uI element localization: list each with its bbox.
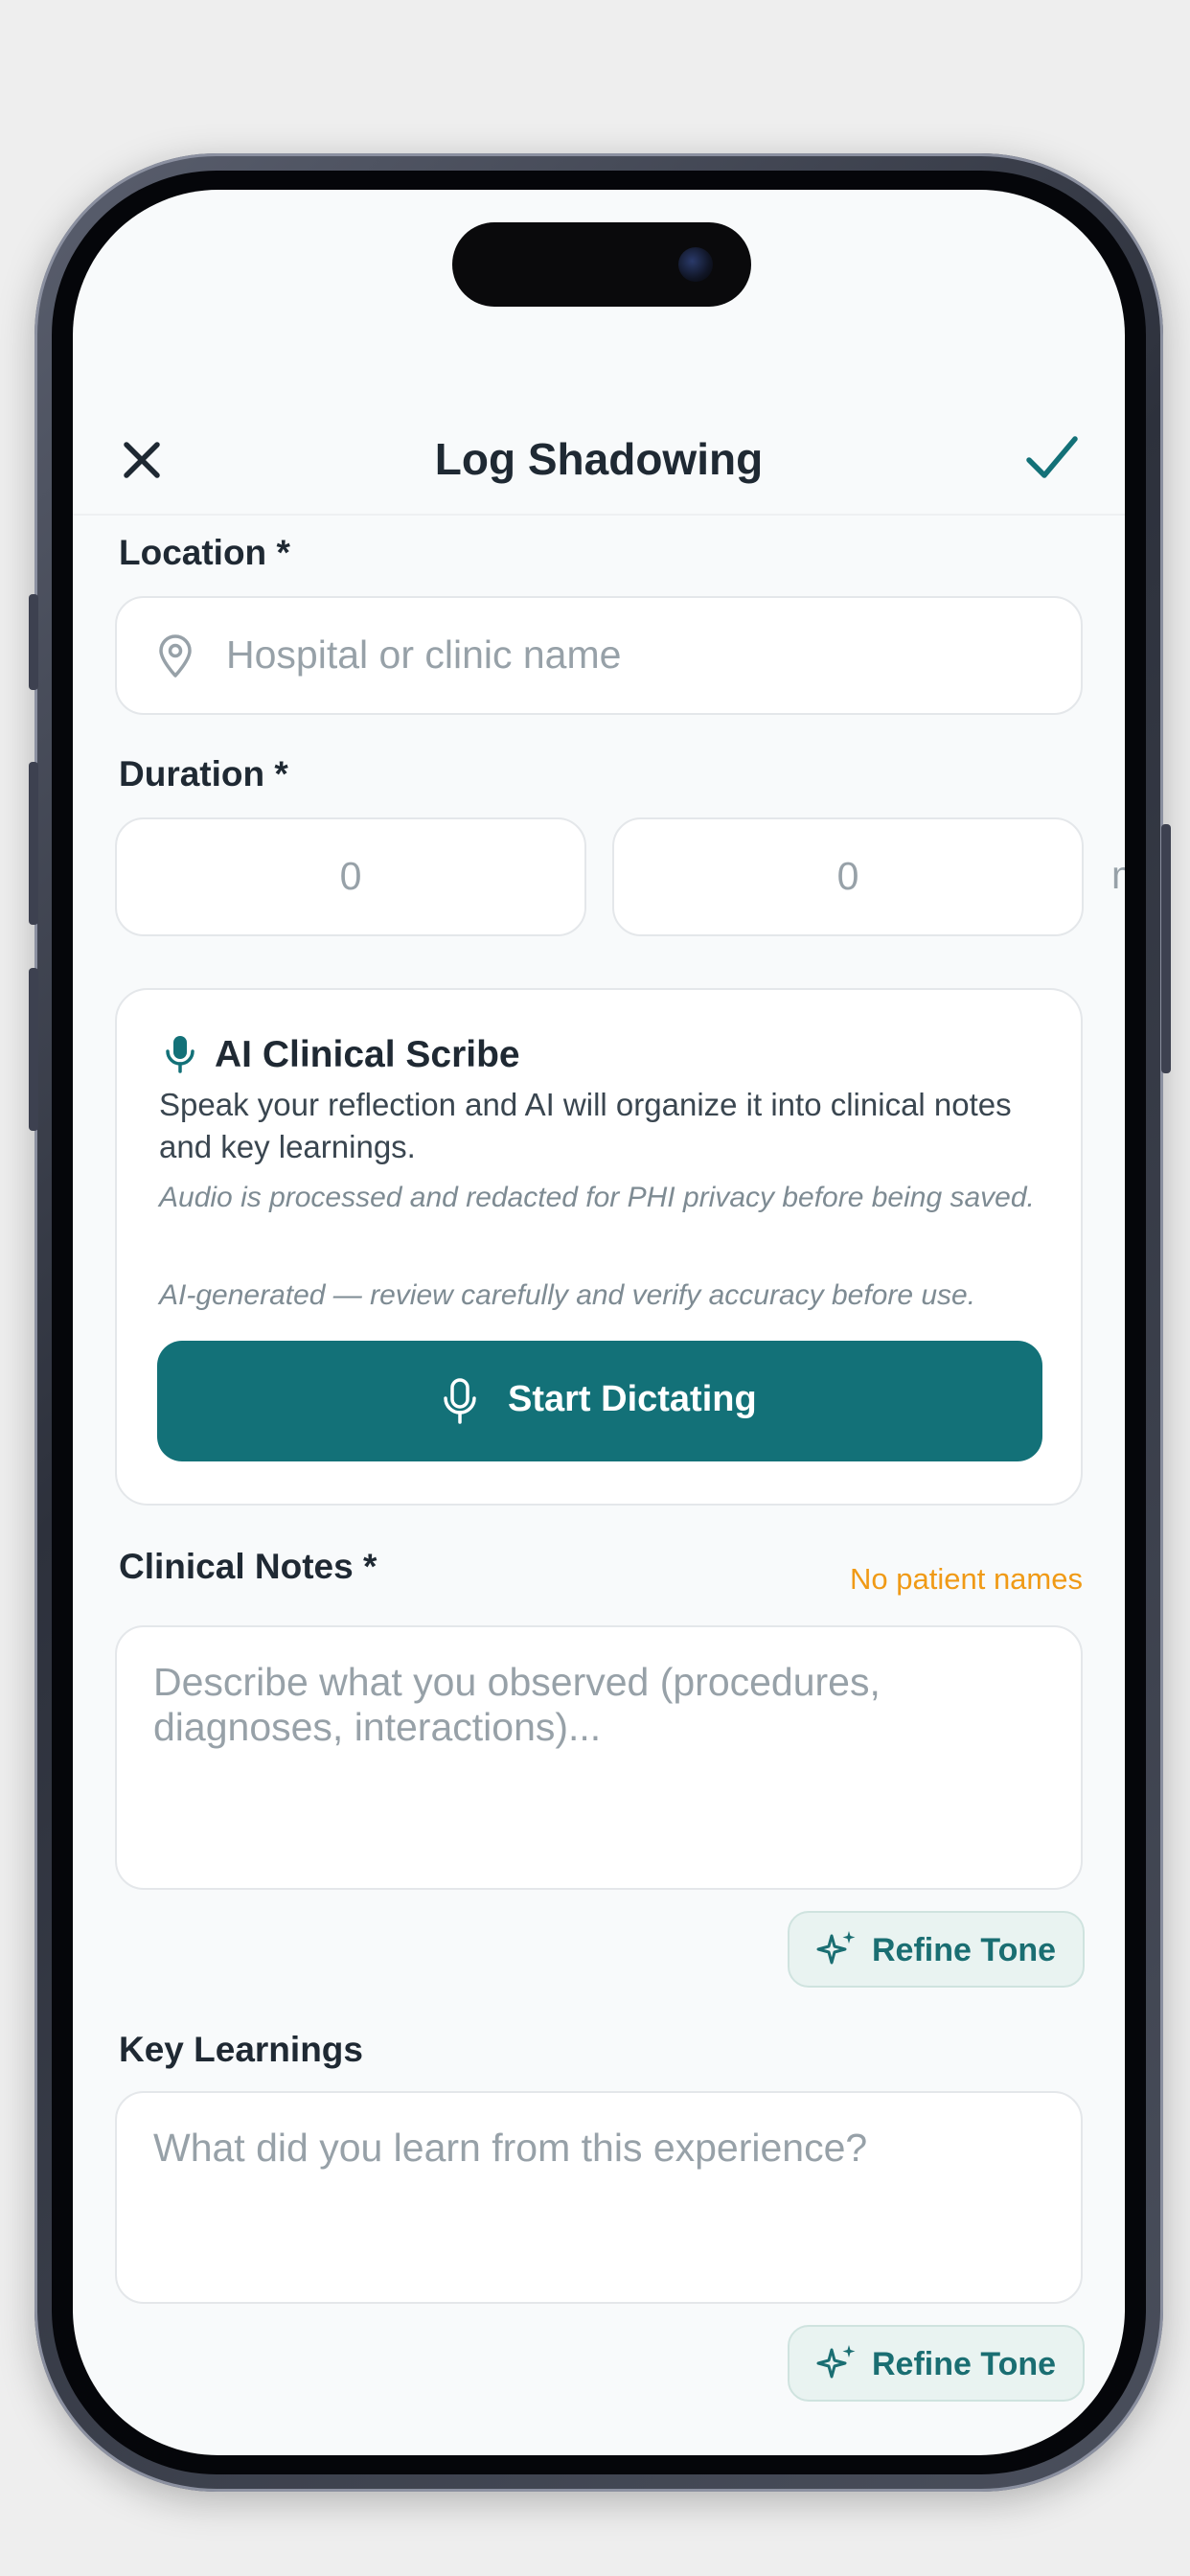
- key-learnings-placeholder: What did you learn from this experience?: [153, 2126, 868, 2170]
- duration-hours-input[interactable]: 0: [115, 817, 586, 936]
- refine-tone-learnings-button[interactable]: Refine Tone: [788, 2325, 1085, 2402]
- minutes-placeholder: 0: [836, 854, 859, 898]
- clinical-notes-textarea[interactable]: Describe what you observed (procedures, …: [115, 1625, 1083, 1890]
- location-placeholder: Hospital or clinic name: [226, 632, 622, 677]
- location-input[interactable]: Hospital or clinic name: [115, 596, 1083, 715]
- checkmark-icon: [1026, 436, 1078, 478]
- key-learnings-label: Key Learnings: [119, 2030, 363, 2069]
- camera-icon: [678, 247, 713, 282]
- nav-header: Log Shadowing: [73, 401, 1125, 516]
- duration-label: Duration *: [119, 754, 288, 794]
- clinical-notes-placeholder: Describe what you observed (procedures, …: [153, 1660, 881, 1749]
- dynamic-island: [452, 222, 751, 307]
- start-dictating-label: Start Dictating: [508, 1379, 757, 1419]
- scribe-description: Speak your reflection and AI will organi…: [159, 1087, 1012, 1164]
- save-button[interactable]: [1023, 429, 1081, 487]
- map-pin-icon: [159, 634, 192, 678]
- refine-tone-notes-button[interactable]: Refine Tone: [788, 1911, 1085, 1988]
- no-patient-names-warning: No patient names: [850, 1562, 1083, 1596]
- sparkles-icon: [816, 1931, 856, 1965]
- duration-unit-label: m: [1111, 853, 1125, 898]
- power-button: [1161, 824, 1171, 1073]
- volume-up-button: [29, 762, 38, 925]
- volume-down-button: [29, 968, 38, 1131]
- key-learnings-textarea[interactable]: What did you learn from this experience?: [115, 2091, 1083, 2304]
- privacy-note: Audio is processed and redacted for PHI …: [159, 1182, 1035, 1213]
- clinical-notes-label: Clinical Notes *: [119, 1547, 378, 1586]
- screen: Log Shadowing Location * Hospital or cli…: [73, 190, 1125, 2455]
- action-button: [29, 594, 38, 690]
- sparkles-icon: [816, 2345, 856, 2379]
- scribe-title: AI Clinical Scribe: [215, 1034, 520, 1075]
- location-label: Location *: [119, 533, 290, 572]
- start-dictating-button[interactable]: Start Dictating: [157, 1341, 1042, 1461]
- microphone-icon: [166, 1036, 195, 1073]
- duration-minutes-input[interactable]: 0: [612, 817, 1084, 936]
- ai-scribe-card: AI Clinical Scribe Speak your reflection…: [115, 988, 1083, 1506]
- microphone-icon: [444, 1378, 476, 1424]
- refine-tone-label: Refine Tone: [872, 2346, 1057, 2382]
- ai-disclaimer: AI-generated — review carefully and veri…: [159, 1279, 976, 1311]
- refine-tone-label: Refine Tone: [872, 1932, 1057, 1968]
- hours-placeholder: 0: [339, 854, 362, 898]
- page-title: Log Shadowing: [434, 434, 764, 484]
